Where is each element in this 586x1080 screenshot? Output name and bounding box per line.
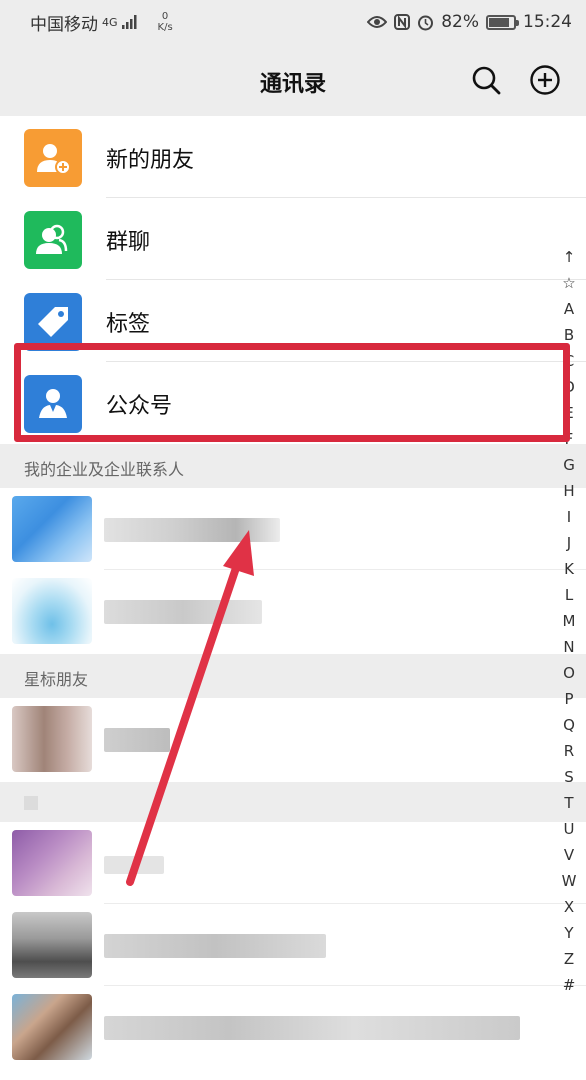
section-header-starred: 星标朋友	[0, 654, 586, 698]
index-letter[interactable]: P	[554, 686, 584, 712]
contact-item[interactable]	[0, 986, 586, 1068]
contact-name-blurred	[104, 856, 164, 874]
index-letter[interactable]: L	[554, 582, 584, 608]
index-letter[interactable]: N	[554, 634, 584, 660]
status-bar: 中国移动 4G 0 K/s 82% 15:24	[0, 0, 586, 44]
battery-percent: 82%	[441, 12, 479, 32]
index-letter[interactable]: Z	[554, 946, 584, 972]
contact-item[interactable]	[0, 488, 586, 570]
avatar	[12, 830, 92, 896]
clock: 15:24	[523, 12, 572, 32]
contact-item[interactable]	[0, 570, 586, 652]
plus-circle-icon[interactable]	[529, 64, 561, 96]
index-letter[interactable]: I	[554, 504, 584, 530]
alarm-icon	[418, 15, 434, 30]
index-letter[interactable]: T	[554, 790, 584, 816]
contact-name-blurred	[104, 1016, 520, 1040]
index-letter[interactable]: Q	[554, 712, 584, 738]
search-icon[interactable]	[470, 64, 502, 96]
contact-name-blurred	[104, 600, 262, 624]
index-letter[interactable]: R	[554, 738, 584, 764]
section-title-blurred	[24, 796, 38, 810]
index-letter[interactable]: S	[554, 764, 584, 790]
index-letter[interactable]: J	[554, 530, 584, 556]
index-letter[interactable]: X	[554, 894, 584, 920]
add-friend-icon	[24, 129, 82, 187]
index-letter[interactable]: W	[554, 868, 584, 894]
index-letter[interactable]: A	[554, 296, 584, 322]
index-letter[interactable]: U	[554, 816, 584, 842]
avatar	[12, 994, 92, 1060]
contact-item[interactable]	[0, 822, 586, 904]
index-letter[interactable]: ☆	[554, 270, 584, 296]
index-letter[interactable]: ↑	[554, 244, 584, 270]
nfc-icon	[394, 14, 411, 30]
contact-item[interactable]	[0, 904, 586, 986]
new-friends-item[interactable]: 新的朋友	[0, 116, 586, 198]
index-letter[interactable]: O	[554, 660, 584, 686]
group-chats-label: 群聊	[106, 230, 151, 255]
avatar	[12, 706, 92, 772]
index-letter[interactable]: M	[554, 608, 584, 634]
section-header-enterprise: 我的企业及企业联系人	[0, 444, 586, 488]
avatar	[12, 912, 92, 978]
carrier-label: 中国移动	[30, 14, 98, 35]
title-bar: 通讯录	[0, 44, 586, 116]
avatar	[12, 496, 92, 562]
highlight-box	[14, 343, 570, 442]
avatar	[12, 578, 92, 644]
battery-icon	[486, 14, 519, 30]
contact-item[interactable]	[0, 698, 586, 780]
index-letter[interactable]: H	[554, 478, 584, 504]
contact-name-blurred	[104, 518, 280, 542]
index-letter[interactable]: V	[554, 842, 584, 868]
eye-icon	[367, 16, 388, 28]
net-speed: 0 K/s	[157, 11, 173, 33]
index-letter[interactable]: G	[554, 452, 584, 478]
section-title: 星标朋友	[24, 670, 89, 689]
index-letter[interactable]: Y	[554, 920, 584, 946]
index-letter[interactable]: #	[554, 972, 584, 998]
group-icon	[24, 211, 82, 269]
tags-label: 标签	[106, 312, 151, 337]
contact-name-blurred	[104, 934, 326, 958]
section-header-blurred	[0, 782, 586, 822]
new-friends-label: 新的朋友	[106, 148, 195, 173]
index-letter[interactable]: K	[554, 556, 584, 582]
network-type: 4G	[102, 15, 118, 29]
contact-name-blurred	[104, 728, 170, 752]
signal-icon	[121, 15, 137, 29]
group-chats-item[interactable]: 群聊	[0, 198, 586, 280]
section-title: 我的企业及企业联系人	[24, 460, 185, 479]
